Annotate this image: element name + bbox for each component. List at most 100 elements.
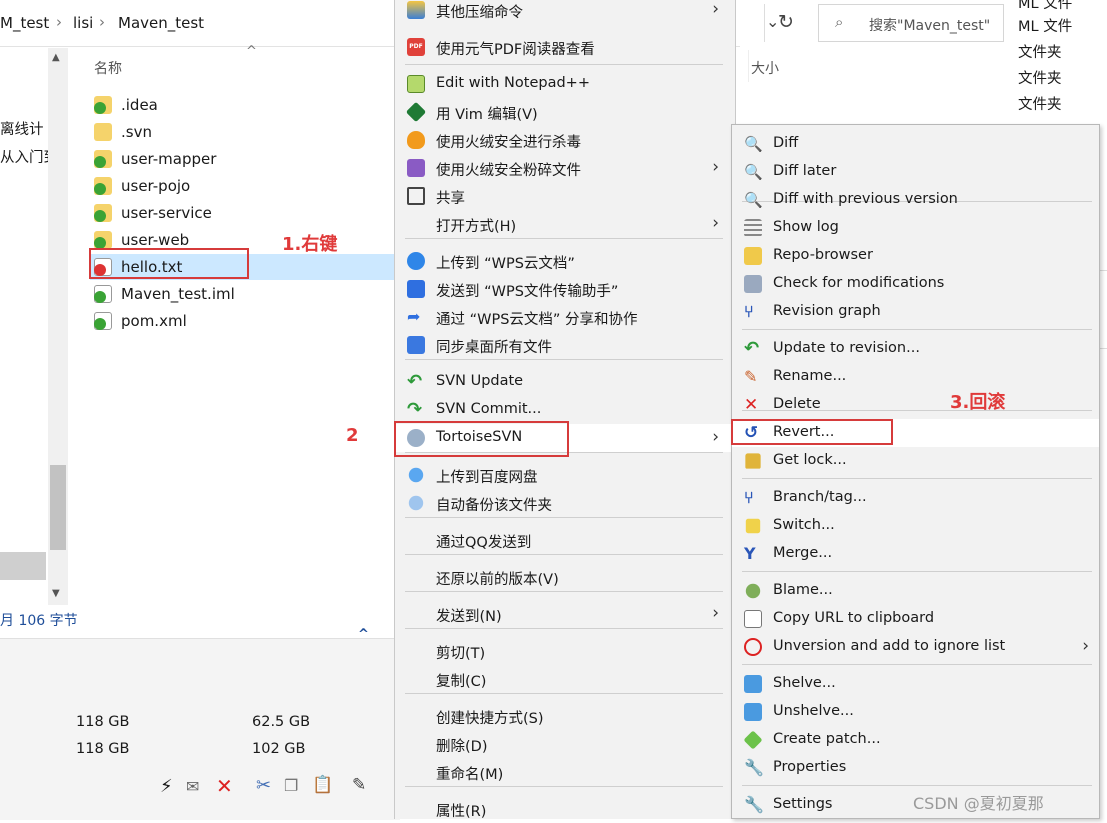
menu-item-label: 使用元气PDF阅读器查看	[436, 42, 595, 58]
context-menu-item[interactable]: ↶ SVN Update	[395, 368, 731, 396]
chevron-right-icon: ›	[712, 0, 719, 19]
breadcrumb-item[interactable]: Maven_test	[118, 14, 204, 32]
svn-menu-item[interactable]: ⑂ Revision graph	[732, 298, 1099, 326]
context-menu-item[interactable]: Edit with Notepad++	[395, 70, 731, 98]
context-menu-item[interactable]: 打开方式(H) ›	[395, 210, 731, 238]
svn-menu-item[interactable]: Unshelve...	[732, 698, 1099, 726]
menu-item-label: Delete	[773, 396, 821, 412]
context-menu-item[interactable]: 发送到(N) ›	[395, 600, 731, 628]
context-menu-item[interactable]: 自动备份该文件夹	[395, 489, 731, 517]
context-menu-item[interactable]: 同步桌面所有文件	[395, 331, 731, 359]
menu-item-label: SVN Update	[436, 373, 524, 389]
highlight-box-revert	[731, 419, 893, 445]
file-type-column: ML 文件 ML 文件 文件夹 文件夹 文件夹	[1014, 0, 1107, 122]
svn-menu-item[interactable]: 🔍 Diff	[732, 130, 1099, 158]
menu-item-label: 创建快捷方式(S)	[436, 711, 544, 727]
breadcrumb-item[interactable]: lisi	[73, 14, 93, 32]
menu-item-label: 剪切(T)	[436, 646, 486, 662]
menu-item-label: 共享	[436, 191, 465, 207]
shelve-icon	[744, 675, 762, 693]
breadcrumb-item[interactable]: M_test	[0, 14, 49, 32]
context-menu-item[interactable]: 上传到百度网盘	[395, 461, 731, 489]
lightning-icon[interactable]: ⚡	[160, 776, 173, 797]
svn-menu-item[interactable]: Show log	[732, 214, 1099, 242]
context-menu-item[interactable]: ↷ SVN Commit...	[395, 396, 731, 424]
context-menu-item[interactable]: 共享	[395, 182, 731, 210]
menu-item-label: 属性(R)	[436, 804, 487, 820]
file-row[interactable]: user-service	[90, 200, 370, 226]
scroll-down-icon[interactable]: ▼	[52, 588, 60, 599]
svn-menu-item[interactable]: ✕ Delete	[732, 391, 1099, 419]
context-menu-item[interactable]: 剪切(T)	[395, 637, 731, 665]
file-row[interactable]: user-pojo	[90, 173, 370, 199]
clipboard-icon[interactable]: 📋	[312, 775, 333, 795]
notepad-icon	[407, 75, 425, 93]
context-menu-item[interactable]: 上传到 “WPS云文档”	[395, 247, 731, 275]
menu-separator	[405, 786, 723, 787]
svn-menu-item[interactable]: Copy URL to clipboard	[732, 605, 1099, 633]
annotation-step1: 1.右键	[282, 234, 338, 255]
menu-item-label: Rename...	[773, 368, 847, 384]
scroll-up-icon[interactable]: ▲	[52, 52, 60, 63]
svn-menu-item[interactable]: ✎ Rename...	[732, 363, 1099, 391]
drive-free: 62.5 GB	[252, 714, 311, 730]
file-row[interactable]: .idea	[90, 92, 370, 118]
context-menu-item[interactable]: 通过QQ发送到	[395, 526, 731, 554]
column-name-header[interactable]: 名称	[94, 58, 122, 78]
mail-icon[interactable]: ✉	[186, 777, 199, 796]
context-menu-item[interactable]: 还原以前的版本(V)	[395, 563, 731, 591]
close-icon[interactable]: ✕	[216, 774, 233, 798]
menu-item-label: Unversion and add to ignore list	[773, 638, 1006, 654]
file-row[interactable]: user-mapper	[90, 146, 370, 172]
folder-svn-ok-icon	[94, 231, 112, 249]
repo-browser-icon	[744, 247, 762, 265]
menu-item-label: Unshelve...	[773, 703, 854, 719]
context-menu-item[interactable]: 创建快捷方式(S)	[395, 702, 731, 730]
context-menu-item[interactable]: 用 Vim 编辑(V)	[395, 98, 731, 126]
size-column-header[interactable]: 大小	[748, 50, 845, 82]
status-bar: 月 106 字节 ^	[0, 605, 400, 642]
svn-menu-item[interactable]: Unversion and add to ignore list ›	[732, 633, 1099, 661]
menu-item-label: Get lock...	[773, 452, 847, 468]
context-menu-item[interactable]: 发送到 “WPS文件传输助手”	[395, 275, 731, 303]
file-row[interactable]: Maven_test.iml	[90, 281, 370, 307]
svn-menu-item[interactable]: Create patch...	[732, 726, 1099, 754]
svn-menu-item[interactable]: 🔍 Diff with previous version	[732, 186, 1099, 214]
refresh-icon[interactable]: ↻	[778, 11, 794, 33]
highlight-box-hello	[89, 248, 249, 279]
context-menu-item[interactable]: 删除(D)	[395, 730, 731, 758]
context-menu-item[interactable]: 其他压缩命令 ›	[395, 0, 731, 24]
scroll-thumb[interactable]	[50, 465, 66, 550]
context-menu-item[interactable]: PDF 使用元气PDF阅读器查看	[395, 33, 731, 61]
svn-menu-item[interactable]: Shelve...	[732, 670, 1099, 698]
context-menu-item[interactable]: 使用火绒安全进行杀毒	[395, 126, 731, 154]
svn-menu-item[interactable]: Get lock...	[732, 447, 1099, 475]
context-menu-item[interactable]: 使用火绒安全粉碎文件 ›	[395, 154, 731, 182]
cloud-upload-icon	[407, 252, 425, 270]
svn-menu-item[interactable]: Blame...	[732, 577, 1099, 605]
context-menu-item[interactable]: 复制(C)	[395, 665, 731, 693]
chevron-right-icon: ›	[712, 427, 719, 447]
backup-icon	[407, 494, 425, 512]
file-type-text: 文件夹	[1018, 71, 1062, 87]
menu-item-label: Revision graph	[773, 303, 881, 319]
svn-menu-item[interactable]: 🔍 Diff later	[732, 158, 1099, 186]
file-row[interactable]: pom.xml	[90, 308, 370, 334]
drive-total: 118 GB	[76, 714, 130, 730]
svn-menu-item[interactable]: Y Merge...	[732, 540, 1099, 568]
scissors-icon[interactable]: ✂	[256, 775, 271, 796]
svn-menu-item[interactable]: Repo-browser	[732, 242, 1099, 270]
context-menu-item[interactable]: 重命名(M)	[395, 758, 731, 786]
search-input[interactable]: ⌕ 搜索"Maven_test"	[818, 4, 1004, 42]
menu-item-label: Branch/tag...	[773, 489, 867, 505]
svn-menu-item[interactable]: Check for modifications	[732, 270, 1099, 298]
svn-menu-item[interactable]: ↶ Update to revision...	[732, 335, 1099, 363]
copy-icon[interactable]: ❐	[284, 776, 298, 795]
svn-menu-item[interactable]: ⑂ Branch/tag...	[732, 484, 1099, 512]
context-menu-item[interactable]: ➦ 通过 “WPS云文档” 分享和协作	[395, 303, 731, 331]
nav-item-label[interactable]: 离线计	[0, 118, 44, 139]
svn-menu-item[interactable]: Switch...	[732, 512, 1099, 540]
file-row[interactable]: .svn	[90, 119, 370, 145]
pen-icon[interactable]: ✎	[352, 775, 366, 795]
svn-menu-item[interactable]: 🔧 Properties	[732, 754, 1099, 782]
